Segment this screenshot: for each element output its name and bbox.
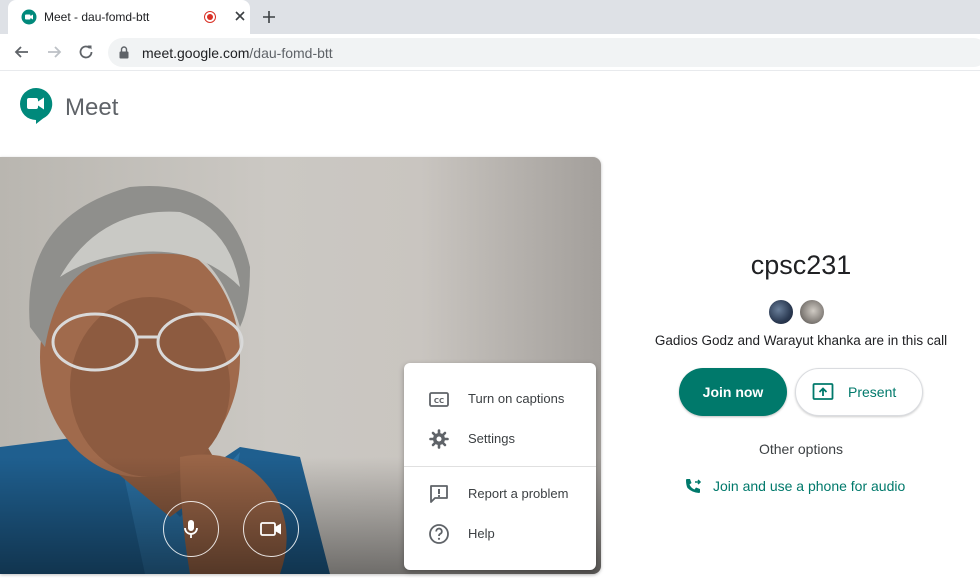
menu-item-help[interactable]: Help	[404, 514, 596, 554]
microphone-icon	[184, 520, 198, 538]
present-button[interactable]: Present	[795, 368, 923, 416]
close-tab-icon[interactable]	[232, 8, 248, 24]
meeting-name: cpsc231	[750, 250, 852, 280]
back-icon[interactable]	[12, 42, 32, 62]
meet-logo-icon	[20, 87, 53, 124]
url-path: /dau-fomd-btt	[249, 45, 333, 61]
menu-item-captions[interactable]: CC Turn on captions	[404, 379, 596, 419]
browser-toolbar: meet.google.com/dau-fomd-btt	[0, 34, 980, 71]
present-button-label: Present	[848, 384, 897, 400]
menu-item-label: Report a problem	[468, 486, 569, 501]
tab-title: Meet - dau-fomd-btt	[44, 10, 150, 24]
present-screen-icon	[812, 383, 834, 400]
recording-indicator-icon	[204, 11, 216, 23]
participant-avatars	[768, 299, 828, 325]
help-icon	[429, 524, 449, 544]
other-options-label: Other options	[758, 441, 844, 457]
svg-text:CC: CC	[434, 397, 444, 405]
more-options-menu: CC Turn on captions Settings Report a pr…	[404, 363, 596, 570]
browser-tab-strip: Meet - dau-fomd-btt	[0, 0, 980, 34]
gear-icon	[429, 429, 449, 449]
menu-item-label: Help	[468, 526, 495, 541]
menu-item-label: Settings	[468, 431, 515, 446]
camera-icon	[260, 522, 281, 536]
in-call-status: Gadios Godz and Warayut khanka are in th…	[654, 333, 948, 348]
menu-item-label: Turn on captions	[468, 391, 565, 406]
forward-icon[interactable]	[44, 42, 64, 62]
address-bar[interactable]: meet.google.com/dau-fomd-btt	[108, 38, 980, 67]
url-text: meet.google.com/dau-fomd-btt	[142, 45, 333, 61]
join-by-phone-label: Join and use a phone for audio	[713, 478, 906, 494]
new-tab-icon[interactable]	[260, 8, 278, 26]
url-host: meet.google.com	[142, 45, 250, 61]
join-by-phone-link[interactable]: Join and use a phone for audio	[683, 476, 943, 496]
browser-tab[interactable]: Meet - dau-fomd-btt	[8, 0, 250, 34]
lock-icon	[119, 46, 129, 59]
avatar	[799, 299, 825, 325]
avatar	[768, 299, 794, 325]
join-now-button[interactable]: Join now	[679, 368, 787, 416]
menu-item-settings[interactable]: Settings	[404, 419, 596, 459]
microphone-toggle-button[interactable]	[163, 501, 219, 557]
feedback-icon	[430, 485, 448, 503]
meet-favicon-icon	[21, 9, 37, 25]
reload-icon[interactable]	[76, 42, 96, 62]
camera-toggle-button[interactable]	[243, 501, 299, 557]
captions-icon: CC	[429, 392, 449, 407]
phone-forwarded-icon	[686, 479, 702, 493]
menu-divider	[404, 466, 596, 467]
meet-app-title: Meet	[65, 94, 119, 121]
menu-item-report-problem[interactable]: Report a problem	[404, 474, 596, 514]
